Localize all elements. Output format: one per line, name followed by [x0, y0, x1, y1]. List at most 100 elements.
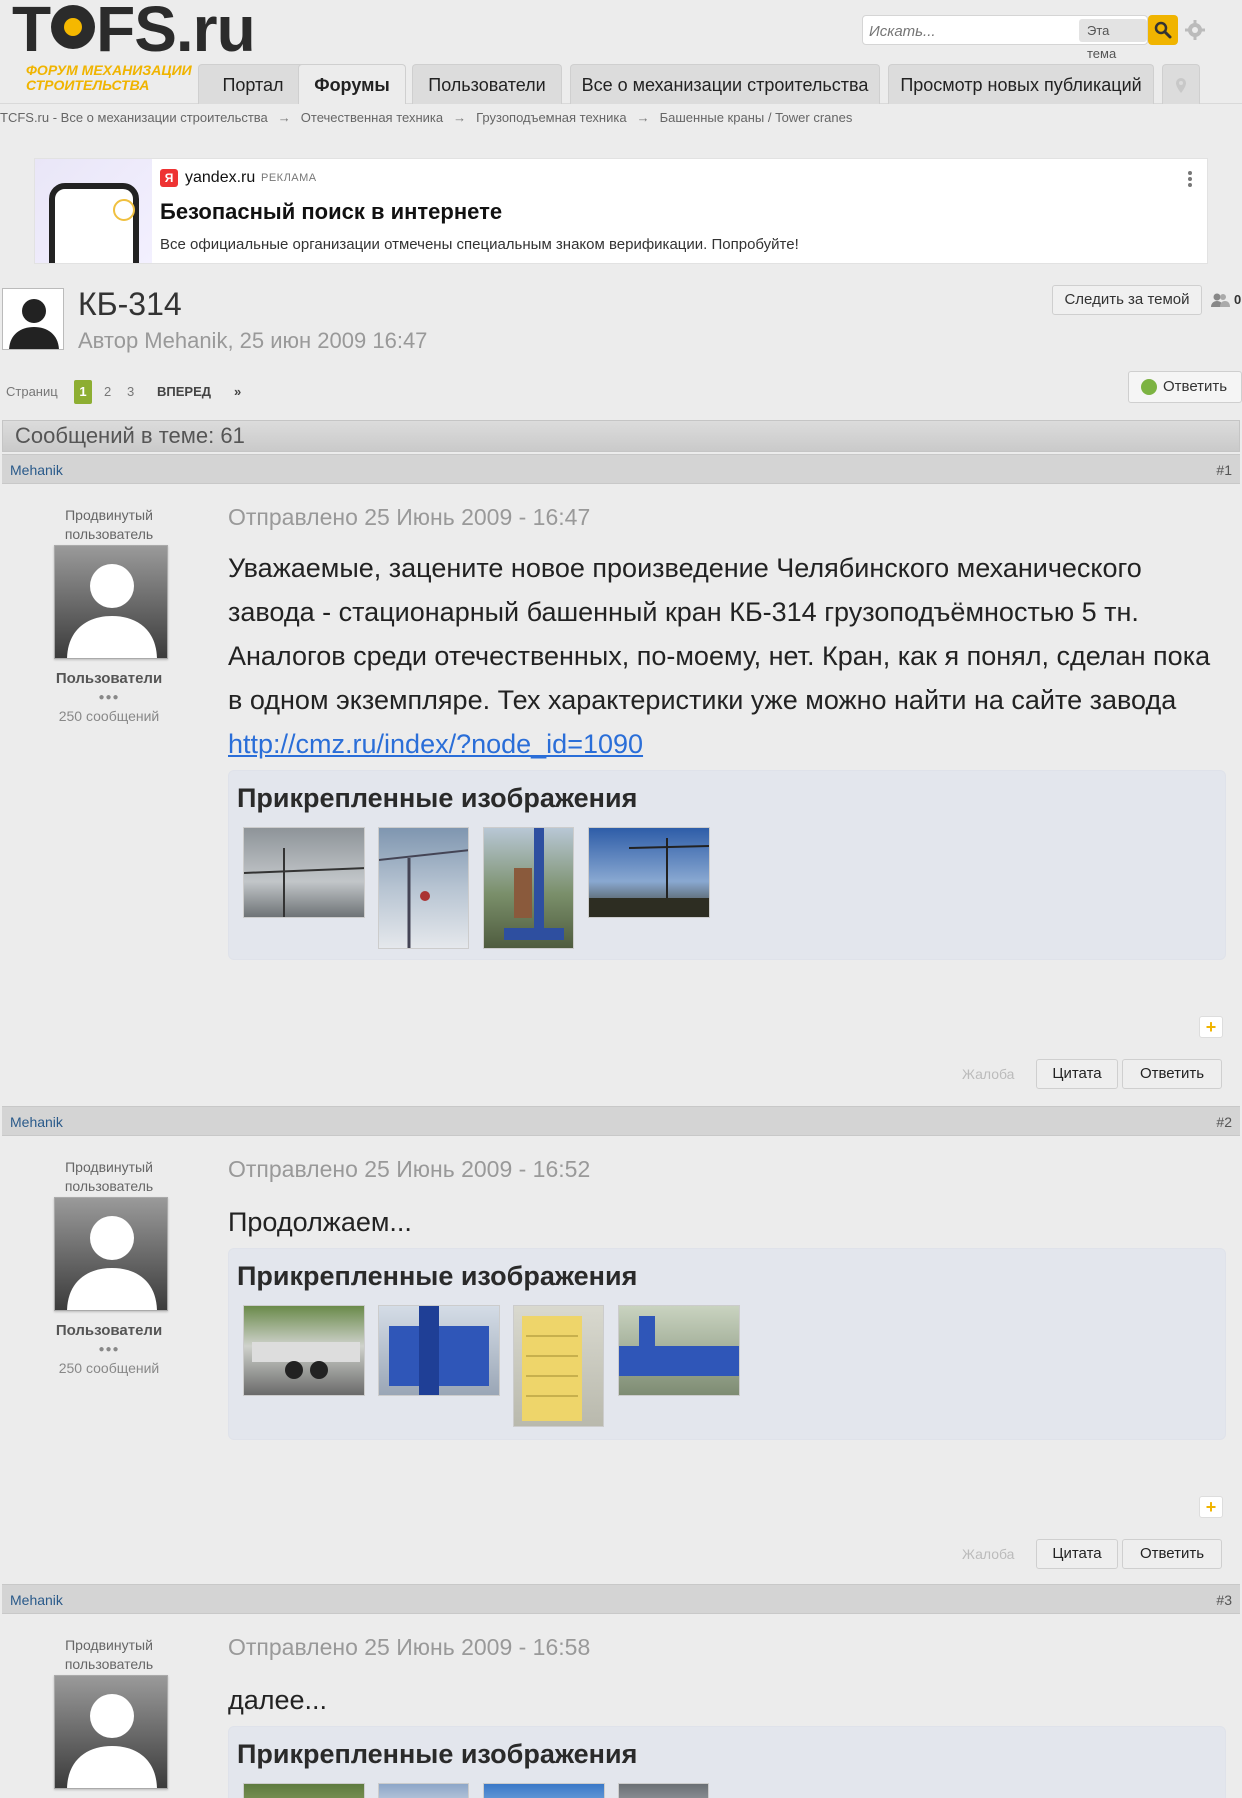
post-number-link[interactable]: #2 — [1216, 1114, 1232, 1130]
logo-tagline: ФОРУМ МЕХАНИЗАЦИИ СТРОИТЕЛЬСТВА — [26, 62, 192, 93]
ad-title: Безопасный поиск в интернете — [160, 199, 503, 224]
author-post-count: 250 сообщений — [58, 708, 160, 724]
attachment-thumbnail[interactable] — [483, 1783, 605, 1798]
follow-topic-button[interactable]: Следить за темой — [1052, 285, 1202, 315]
attachment-thumbnail[interactable] — [378, 1783, 469, 1798]
attachments-panel: Прикрепленные изображения — [228, 1248, 1226, 1440]
breadcrumb-link[interactable]: Отечественная техника — [301, 110, 443, 125]
author-post-count: 250 сообщений — [58, 1360, 160, 1376]
breadcrumb: TCFS.ru - Все о механизации строительств… — [0, 110, 852, 125]
last-page-link[interactable]: » — [234, 380, 241, 404]
post-header: Mehanik #2 — [2, 1106, 1240, 1136]
tab-construction-mechanization[interactable]: Все о механизации строительства — [570, 64, 880, 104]
user-silhouette-icon — [3, 289, 63, 349]
reply-topic-label: Ответить — [1163, 378, 1228, 395]
attachment-thumbnail[interactable] — [588, 827, 710, 918]
attachment-thumbnail[interactable] — [618, 1783, 709, 1798]
attachments-panel: Прикрепленные изображения — [228, 770, 1226, 960]
search-icon — [1154, 21, 1172, 39]
site-header: TFS.ru ФОРУМ МЕХАНИЗАЦИИ СТРОИТЕЛЬСТВА Э… — [0, 0, 1242, 104]
author-avatar[interactable] — [54, 1675, 168, 1789]
ad-label: РЕКЛАМА — [261, 172, 317, 184]
breadcrumb-link[interactable]: Грузоподъемная техника — [476, 110, 626, 125]
ad-image — [35, 159, 152, 263]
message-count-bar: Сообщений в теме: 61 — [2, 420, 1240, 452]
attachment-thumbnail[interactable] — [243, 827, 365, 918]
post: Mehanik #1 Продвинутый пользователь Поль… — [2, 454, 1240, 1104]
attachment-thumbnail[interactable] — [618, 1305, 740, 1396]
post-header: Mehanik #1 — [2, 454, 1240, 484]
author-group: Пользователи — [55, 670, 163, 687]
reputation-pips: ●●● — [98, 692, 120, 703]
report-link[interactable]: Жалоба — [962, 1066, 1014, 1082]
author-avatar[interactable] — [54, 1197, 168, 1311]
user-silhouette-icon — [55, 1676, 167, 1788]
tab-location[interactable] — [1162, 64, 1200, 104]
post-author-link[interactable]: Mehanik — [10, 462, 63, 478]
reputation-pips: ●●● — [98, 1344, 120, 1355]
breadcrumb-link[interactable]: Башенные краны / Tower cranes — [660, 110, 853, 125]
topic-author-avatar[interactable] — [2, 288, 64, 350]
more-vertical-icon[interactable] — [1185, 169, 1195, 191]
post-number-link[interactable]: #1 — [1216, 462, 1232, 478]
page-link-current[interactable]: 1 — [74, 380, 92, 404]
post-link[interactable]: http://cmz.ru/index/?node_id=1090 — [228, 729, 643, 759]
logo-gear-icon — [51, 5, 96, 49]
next-page-link[interactable]: ВПЕРЕД — [157, 380, 211, 404]
attachment-thumbnail[interactable] — [243, 1783, 365, 1798]
logo-wordmark: T FS.ru — [12, 0, 256, 65]
add-to-multiquote-button[interactable]: + — [1199, 1496, 1223, 1518]
author-rank: Продвинутый пользователь — [64, 1637, 154, 1672]
tab-portal[interactable]: Портал — [198, 64, 308, 104]
page-link[interactable]: 3 — [127, 380, 134, 404]
followers-icon — [1211, 293, 1230, 307]
user-silhouette-icon — [55, 1198, 167, 1310]
attachment-thumbnail[interactable] — [513, 1305, 604, 1427]
search-input[interactable] — [869, 20, 1079, 42]
post-body: Продолжаем... — [228, 1207, 412, 1237]
attachment-thumbnail[interactable] — [378, 1305, 500, 1396]
breadcrumb-link[interactable]: TCFS.ru - Все о механизации строительств… — [0, 110, 268, 125]
attachments-panel: Прикрепленные изображения — [228, 1726, 1226, 1798]
followers-count: 0 — [1234, 292, 1242, 307]
author-avatar[interactable] — [54, 545, 168, 659]
location-pin-icon — [1176, 78, 1186, 94]
post: Mehanik #2 Продвинутый пользователь Поль… — [2, 1106, 1240, 1584]
ad-text: Все официальные организации отмечены спе… — [160, 236, 799, 253]
attachments-title: Прикрепленные изображения — [237, 1261, 638, 1291]
user-silhouette-icon — [55, 546, 167, 658]
topic-meta: Автор Mehanik, 25 июн 2009 16:47 — [78, 328, 428, 353]
attachments-title: Прикрепленные изображения — [237, 783, 638, 813]
author-group: Пользователи — [55, 1322, 163, 1339]
quote-button[interactable]: Цитата — [1036, 1059, 1118, 1089]
post-date: Отправлено 25 Июнь 2009 - 16:52 — [228, 1156, 591, 1182]
attachment-thumbnail[interactable] — [378, 827, 469, 949]
reply-topic-button[interactable]: Ответить — [1128, 371, 1242, 403]
post-author-link[interactable]: Mehanik — [10, 1592, 63, 1608]
search-button[interactable] — [1148, 15, 1178, 45]
quote-button[interactable]: Цитата — [1036, 1539, 1118, 1569]
post-header: Mehanik #3 — [2, 1584, 1240, 1614]
attachment-thumbnail[interactable] — [483, 827, 574, 949]
gear-icon[interactable] — [1184, 19, 1206, 41]
ad-domain: yandex.ru — [185, 169, 256, 186]
add-to-multiquote-button[interactable]: + — [1199, 1016, 1223, 1038]
reply-button[interactable]: Ответить — [1122, 1059, 1222, 1089]
tab-forums[interactable]: Форумы — [298, 64, 406, 104]
post-body: Уважаемые, зацените новое произведение Ч… — [228, 546, 1218, 766]
tab-users[interactable]: Пользователи — [412, 64, 562, 104]
report-link[interactable]: Жалоба — [962, 1546, 1014, 1562]
post-number-link[interactable]: #3 — [1216, 1592, 1232, 1608]
post-author-link[interactable]: Mehanik — [10, 1114, 63, 1130]
search-scope-toggle[interactable]: Эта тема — [1079, 19, 1147, 61]
attachments-title: Прикрепленные изображения — [237, 1739, 638, 1769]
post-date: Отправлено 25 Июнь 2009 - 16:47 — [228, 504, 591, 530]
ad-banner[interactable]: Я yandex.ru РЕКЛАМА Безопасный поиск в и… — [34, 158, 1208, 264]
tab-new-publications[interactable]: Просмотр новых публикаций — [888, 64, 1154, 104]
attachment-thumbnail[interactable] — [243, 1305, 365, 1396]
page-link[interactable]: 2 — [104, 380, 111, 404]
reply-button[interactable]: Ответить — [1122, 1539, 1222, 1569]
post-text: Уважаемые, зацените новое произведение Ч… — [228, 553, 1211, 715]
page-title: КБ-314 — [78, 286, 182, 322]
breadcrumb-separator: → — [636, 110, 650, 125]
